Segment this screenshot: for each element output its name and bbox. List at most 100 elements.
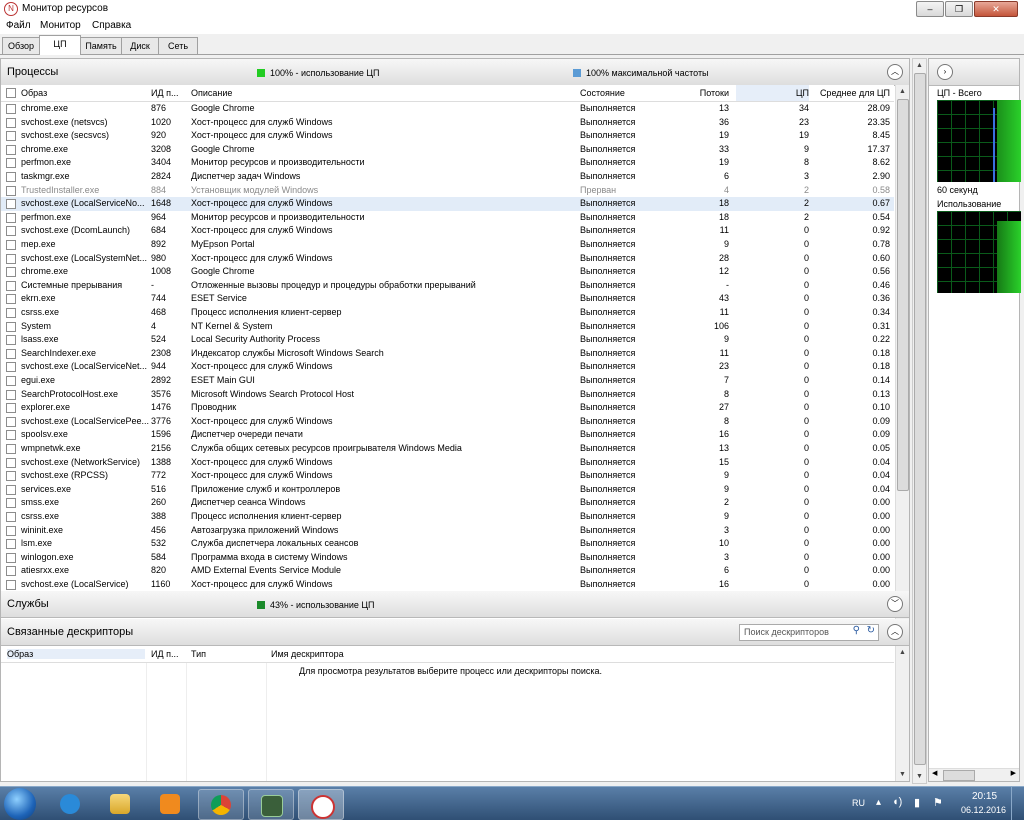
table-row[interactable]: atiesrxx.exe 820 AMD External Events Servi… <box>1 564 894 578</box>
scroll-thumb[interactable] <box>897 99 909 491</box>
table-row[interactable]: lsass.exe 524 Local Security Authority Pro… <box>1 333 894 347</box>
col-pid[interactable]: ИД п... <box>151 88 178 98</box>
col-description[interactable]: Описание <box>191 88 232 98</box>
table-row[interactable]: svchost.exe (NetworkService) 1388 Хост-про… <box>1 456 894 470</box>
menu-monitor[interactable]: Монитор <box>40 20 81 31</box>
menu-help[interactable]: Справка <box>92 20 131 31</box>
table-row[interactable]: svchost.exe (LocalSystemNet... 980 Хост-пр… <box>1 252 894 266</box>
collapse-processes-icon[interactable]: ︿ <box>887 64 903 80</box>
table-row[interactable]: chrome.exe 1008 Google Chrome Выполняется 12… <box>1 265 894 279</box>
expand-services-icon[interactable]: ﹀ <box>887 596 903 612</box>
row-checkbox[interactable] <box>6 376 16 386</box>
row-checkbox[interactable] <box>6 457 16 468</box>
scroll-down-icon[interactable]: ▼ <box>897 769 908 780</box>
table-row[interactable]: System 4 NT Kernel & System Выполняется 106 0… <box>1 320 894 334</box>
main-scrollbar[interactable]: ▲ ▼ <box>912 58 927 784</box>
row-checkbox[interactable] <box>6 104 16 114</box>
start-orb[interactable] <box>4 788 36 820</box>
table-row[interactable]: smss.exe 260 Диспетчер сеанса Windows Выпол… <box>1 496 894 510</box>
col-threads[interactable]: Потоки <box>661 88 729 98</box>
row-checkbox[interactable] <box>6 335 16 346</box>
show-desktop-button[interactable] <box>1011 787 1024 820</box>
row-checkbox[interactable] <box>6 226 16 237</box>
table-row[interactable]: Системные прерывания - Отложенные вызовы п… <box>1 279 894 293</box>
row-checkbox[interactable] <box>6 199 16 210</box>
row-checkbox[interactable] <box>6 117 16 128</box>
row-checkbox[interactable] <box>6 389 16 400</box>
search-icon[interactable]: ⚲ <box>853 625 860 636</box>
table-row[interactable]: svchost.exe (netsvcs) 1020 Хост-процесс дл… <box>1 116 894 130</box>
table-row[interactable]: explorer.exe 1476 Проводник Выполняется 27 0 0… <box>1 401 894 415</box>
row-checkbox[interactable] <box>6 321 16 332</box>
col-handle-type[interactable]: Тип <box>191 649 206 659</box>
table-row[interactable]: perfmon.exe 3404 Монитор ресурсов и произв… <box>1 156 894 170</box>
action-center-icon[interactable]: ⚑ <box>933 796 943 809</box>
scroll-thumb[interactable] <box>943 770 975 781</box>
row-checkbox[interactable] <box>6 144 16 155</box>
show-hidden-icons-icon[interactable]: ▴ <box>876 797 881 808</box>
row-checkbox[interactable] <box>6 172 16 182</box>
row-checkbox[interactable] <box>6 240 16 250</box>
handles-search-input[interactable]: Поиск дескрипторов ⚲ ↻ <box>739 624 879 641</box>
taskbar-explorer[interactable] <box>98 789 142 818</box>
clock-date[interactable]: 06.12.2016 <box>961 805 1006 815</box>
table-row[interactable]: wininit.exe 456 Автозагрузка приложений Wi… <box>1 524 894 538</box>
row-checkbox[interactable] <box>6 158 16 169</box>
tab-memory[interactable]: Память <box>80 37 122 54</box>
row-checkbox[interactable] <box>6 471 16 482</box>
row-checkbox[interactable] <box>6 430 16 441</box>
scroll-up-icon[interactable]: ▲ <box>897 86 908 97</box>
col-status[interactable]: Состояние <box>580 88 625 98</box>
row-checkbox[interactable] <box>6 498 16 509</box>
scroll-up-icon[interactable]: ▲ <box>897 647 908 658</box>
row-checkbox[interactable] <box>6 416 16 427</box>
table-row[interactable]: spoolsv.exe 1596 Диспетчер очереди печати В… <box>1 428 894 442</box>
row-checkbox[interactable] <box>6 185 16 196</box>
table-row[interactable]: perfmon.exe 964 Монитор ресурсов и произво… <box>1 211 894 225</box>
row-checkbox[interactable] <box>6 539 16 550</box>
clock-time[interactable]: 20:15 <box>972 791 997 802</box>
table-row[interactable]: wmpnetwk.exe 2156 Служба общих сетевых рес… <box>1 442 894 456</box>
taskbar-task-manager[interactable] <box>248 789 294 820</box>
refresh-icon[interactable]: ↻ <box>867 625 875 636</box>
row-checkbox[interactable] <box>6 484 16 495</box>
col-handle-image[interactable]: Образ <box>7 649 145 659</box>
table-row[interactable]: svchost.exe (secsvcs) 920 Хост-процесс для… <box>1 129 894 143</box>
table-row[interactable]: svchost.exe (LocalService) 1160 Хост-проце… <box>1 578 894 592</box>
row-checkbox[interactable] <box>6 348 16 359</box>
row-checkbox[interactable] <box>6 525 16 536</box>
collapse-handles-icon[interactable]: ︿ <box>887 624 903 640</box>
row-checkbox[interactable] <box>6 131 16 142</box>
scroll-left-icon[interactable]: ◀ <box>932 769 937 777</box>
table-row[interactable]: SearchProtocolHost.exe 3576 Microsoft Wind… <box>1 388 894 402</box>
scroll-up-icon[interactable]: ▲ <box>914 60 925 71</box>
menu-file[interactable]: Файл <box>6 20 31 31</box>
table-row[interactable]: csrss.exe 388 Процесс исполнения клиент-се… <box>1 510 894 524</box>
table-row[interactable]: svchost.exe (LocalServiceNo... 1648 Хост-п… <box>1 197 894 211</box>
taskbar-media-player[interactable] <box>148 789 192 818</box>
maximize-button[interactable]: ❐ <box>945 1 973 17</box>
row-checkbox[interactable] <box>6 444 16 454</box>
language-indicator[interactable]: RU <box>852 798 865 808</box>
graphs-hscrollbar[interactable]: ◀ ▶ <box>929 768 1019 781</box>
tab-overview[interactable]: Обзор <box>2 37 40 54</box>
table-row[interactable]: mep.exe 892 MyEpson Portal Выполняется 9 0 0.7… <box>1 238 894 252</box>
row-checkbox[interactable] <box>6 308 16 318</box>
handles-header[interactable]: Связанные дескрипторы Поиск дескрипторов… <box>1 619 909 646</box>
volume-icon[interactable]: ◖) <box>892 796 902 808</box>
taskbar-ie[interactable] <box>48 789 92 818</box>
select-all-checkbox[interactable] <box>6 88 16 98</box>
table-row[interactable]: winlogon.exe 584 Программа входа в систему… <box>1 551 894 565</box>
table-row[interactable]: chrome.exe 876 Google Chrome Выполняется 13 3… <box>1 102 894 116</box>
table-row[interactable]: svchost.exe (LocalServicePee... 3776 Хост-… <box>1 415 894 429</box>
handles-scrollbar[interactable]: ▲ ▼ <box>895 646 909 781</box>
table-row[interactable]: csrss.exe 468 Процесс исполнения клиент-се… <box>1 306 894 320</box>
table-row[interactable]: TrustedInstaller.exe 884 Установщик модуле… <box>1 184 894 198</box>
scroll-right-icon[interactable]: ▶ <box>1011 769 1016 777</box>
row-checkbox[interactable] <box>6 552 16 563</box>
table-row[interactable]: ekrn.exe 744 ESET Service Выполняется 43 0 0.3… <box>1 292 894 306</box>
taskbar-chrome[interactable] <box>198 789 244 820</box>
table-row[interactable]: egui.exe 2892 ESET Main GUI Выполняется 7 0 0.… <box>1 374 894 388</box>
network-icon[interactable]: ▮ <box>914 796 920 809</box>
processes-scrollbar[interactable]: ▲ ▼ <box>895 85 909 643</box>
